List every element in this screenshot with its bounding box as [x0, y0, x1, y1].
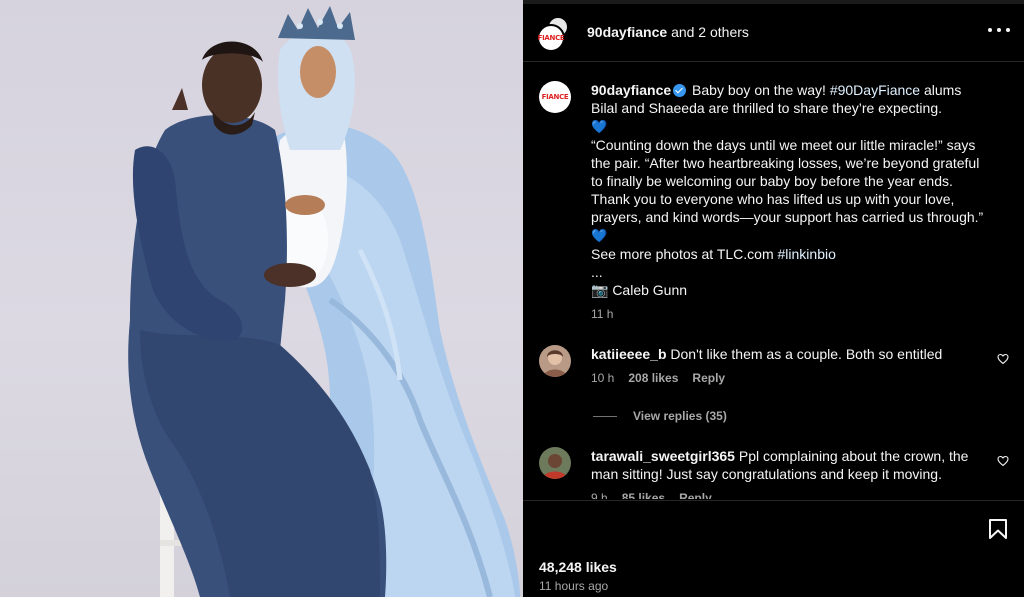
- man-raised-hand: [172, 88, 188, 110]
- comment-item: katiieeee_b Don't like them as a couple.…: [539, 345, 1009, 385]
- view-replies-button[interactable]: View replies (35): [593, 409, 727, 423]
- man-face: [202, 47, 262, 123]
- hashtag-link[interactable]: #linkinbio: [778, 246, 836, 262]
- comment-body: Don't like them as a couple. Both so ent…: [666, 346, 943, 362]
- save-icon[interactable]: [986, 517, 1010, 541]
- post-caption: FIANCE 90dayfiance Baby boy on the way! …: [539, 81, 1009, 323]
- comment-username[interactable]: katiieeee_b: [591, 346, 667, 362]
- caption-time: 11 h: [591, 307, 614, 321]
- post-header: FIANCE 90dayfiance and 2 others: [523, 4, 1024, 62]
- comment-username[interactable]: tarawali_sweetgirl365: [591, 448, 735, 464]
- post-actions: 48,248 likes 11 hours ago: [523, 500, 1024, 597]
- reply-button[interactable]: Reply: [692, 371, 725, 385]
- post-owner-line: 90dayfiance and 2 others: [587, 24, 749, 40]
- comment-time: 10 h: [591, 371, 615, 385]
- heart-icon[interactable]: [997, 455, 1009, 467]
- comment-likes[interactable]: 208 likes: [628, 371, 678, 385]
- collab-avatars[interactable]: FIANCE: [537, 16, 573, 52]
- woman-hand: [285, 195, 325, 215]
- view-replies-label: View replies (35): [633, 409, 727, 423]
- commenter-avatar[interactable]: [539, 447, 571, 479]
- like-count[interactable]: 48,248 likes: [539, 559, 617, 575]
- woman-face: [300, 46, 336, 98]
- comment-item: tarawali_sweetgirl365 Ppl complaining ab…: [539, 447, 1009, 499]
- post-photo[interactable]: [0, 0, 523, 597]
- blue-heart-emoji: 💙: [591, 119, 608, 134]
- caption-avatar[interactable]: FIANCE: [539, 81, 571, 113]
- caption-ellipsis: ...: [591, 264, 603, 280]
- owner-username[interactable]: 90dayfiance: [587, 24, 667, 40]
- blue-heart-emoji: 💙: [591, 228, 608, 243]
- comment-meta: 10 h 208 likes Reply: [591, 371, 1009, 385]
- post-photo-illustration: [128, 6, 520, 597]
- caption-intro: Baby boy on the way!: [688, 82, 830, 98]
- comment-meta: 9 h 85 likes Reply: [591, 491, 1009, 499]
- verified-icon: [673, 84, 687, 97]
- more-icon[interactable]: [988, 22, 1010, 38]
- crown-gem: [337, 23, 343, 29]
- caption-logo: FIANCE: [541, 93, 569, 101]
- crown-gem: [297, 23, 303, 29]
- comment-likes[interactable]: 85 likes: [622, 491, 665, 499]
- comment-text: tarawali_sweetgirl365 Ppl complaining ab…: [591, 447, 971, 483]
- comments-section[interactable]: FIANCE 90dayfiance Baby boy on the way! …: [523, 63, 1024, 499]
- crown-gem: [317, 19, 323, 25]
- post-time[interactable]: 11 hours ago: [539, 579, 608, 593]
- replies-line: [593, 415, 617, 417]
- photo-credit: 📷 Caleb Gunn: [591, 282, 688, 298]
- man-hand: [264, 263, 316, 287]
- owner-avatar[interactable]: FIANCE: [537, 24, 565, 52]
- commenter-avatar[interactable]: [539, 345, 571, 377]
- reply-button[interactable]: Reply: [679, 491, 712, 499]
- caption-text: 90dayfiance Baby boy on the way! #90DayF…: [591, 81, 991, 323]
- caption-quote: “Counting down the days until we meet ou…: [591, 137, 984, 225]
- heart-icon[interactable]: [997, 353, 1009, 365]
- collaborators-link[interactable]: and 2 others: [671, 24, 749, 40]
- post-details-panel: FIANCE 90dayfiance and 2 others FIANCE 9…: [523, 4, 1024, 597]
- hashtag-link[interactable]: #90DayFiance: [830, 82, 920, 98]
- comment-text: katiieeee_b Don't like them as a couple.…: [591, 345, 971, 363]
- comment-time: 9 h: [591, 491, 608, 499]
- caption-see-more: See more photos at TLC.com: [591, 246, 778, 262]
- caption-username[interactable]: 90dayfiance: [591, 82, 671, 98]
- owner-logo: FIANCE: [537, 34, 565, 42]
- crown: [278, 6, 355, 40]
